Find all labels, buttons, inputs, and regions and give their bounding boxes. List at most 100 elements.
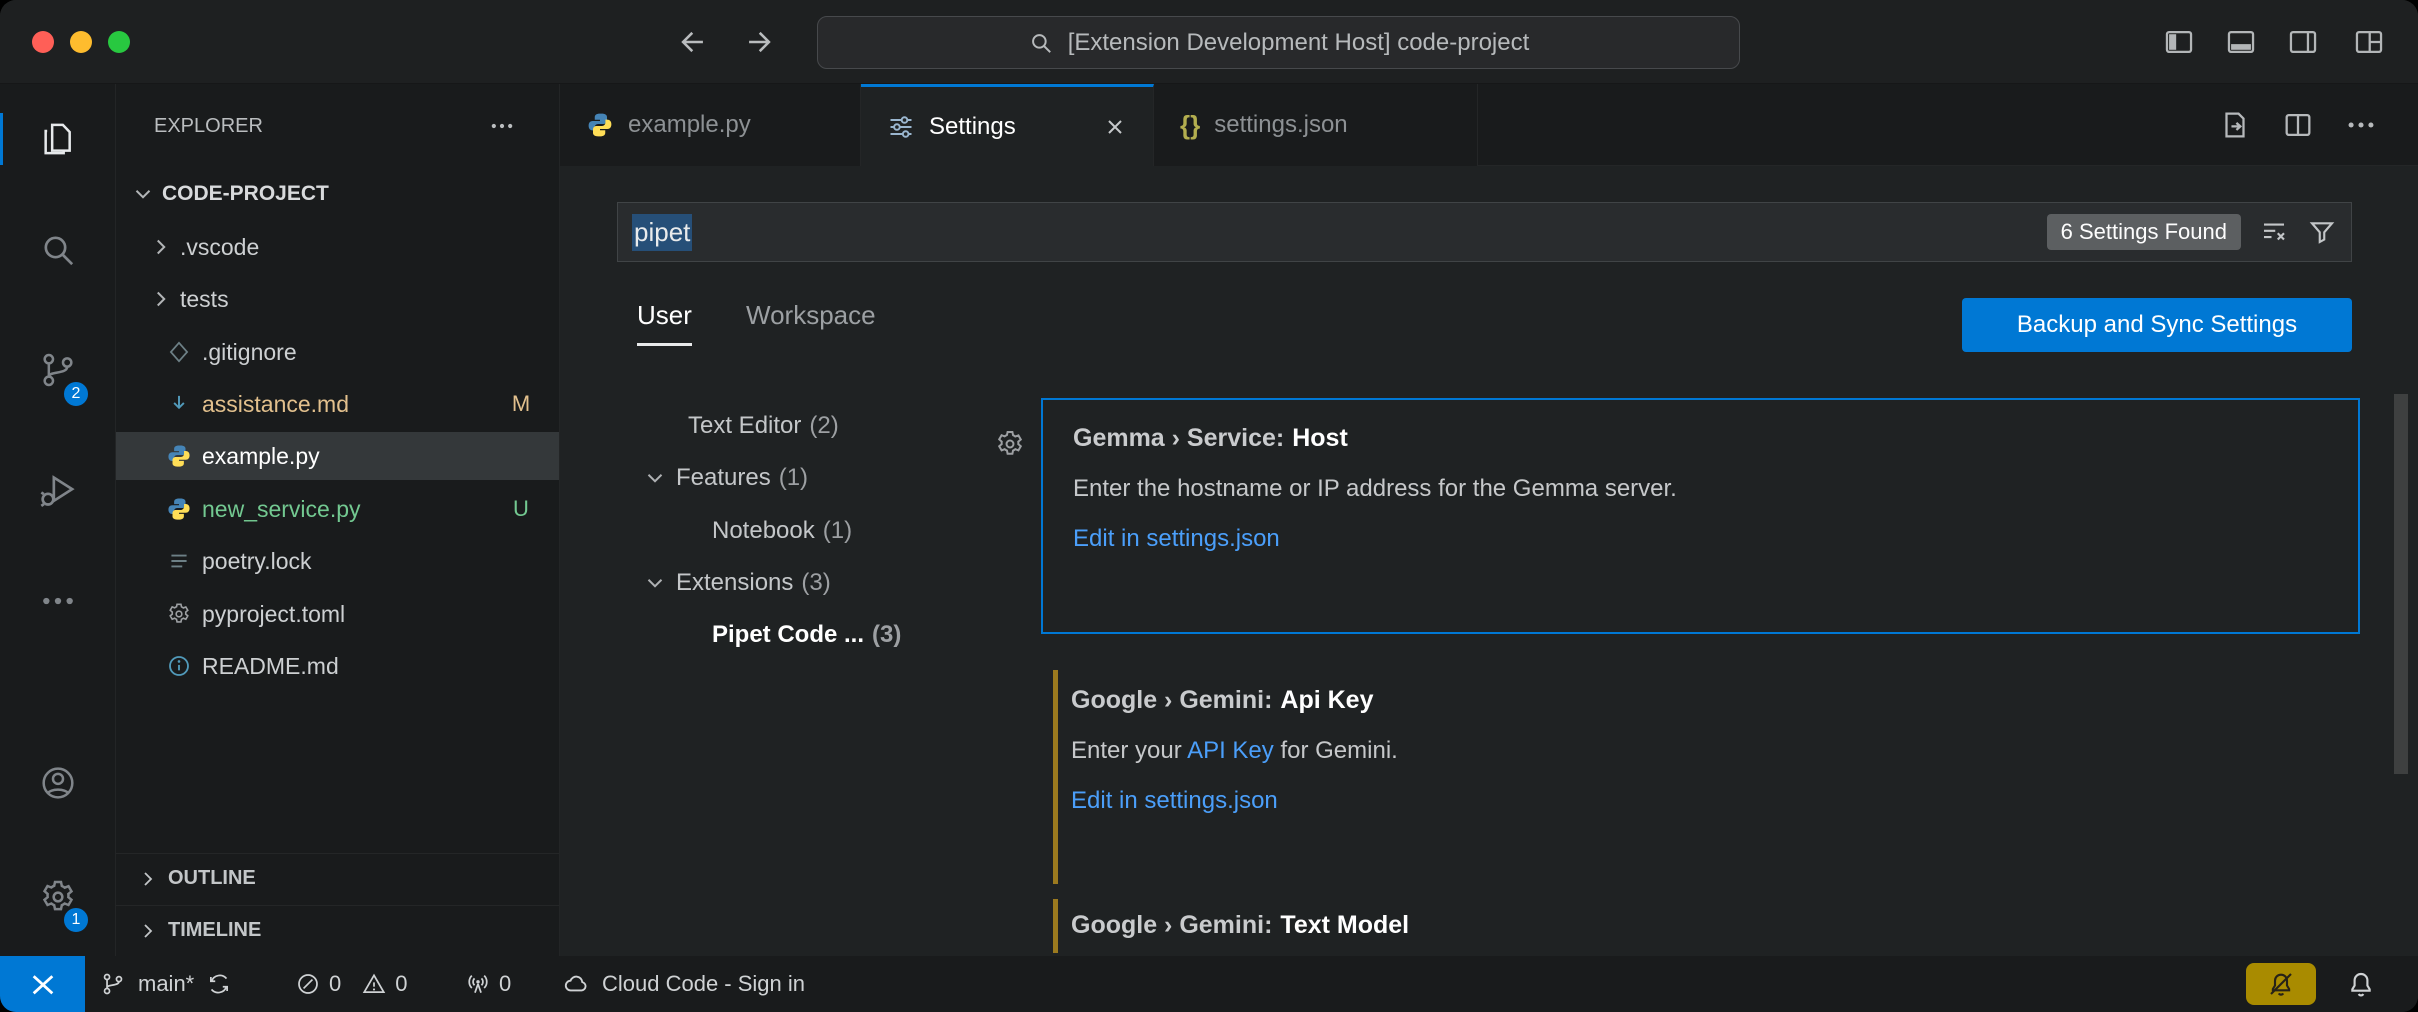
minimize-window-button[interactable] xyxy=(70,31,92,53)
python-file-icon xyxy=(164,443,194,469)
setting-name: Host xyxy=(1292,424,1348,452)
tab-label: settings.json xyxy=(1214,111,1347,139)
command-center-search[interactable]: [Extension Development Host] code-projec… xyxy=(817,16,1740,69)
run-debug-icon[interactable] xyxy=(34,466,82,514)
ports-count: 0 xyxy=(499,971,511,997)
toggle-secondary-sidebar-icon[interactable] xyxy=(2286,25,2320,59)
close-window-button[interactable] xyxy=(32,31,54,53)
tree-item-gitignore[interactable]: .gitignore xyxy=(116,328,560,376)
git-file-icon xyxy=(164,339,194,365)
file-label: pyproject.toml xyxy=(202,601,345,628)
edit-in-settings-json-link[interactable]: Edit in settings.json xyxy=(1073,525,2328,553)
tree-item-example-py[interactable]: example.py xyxy=(116,432,560,480)
api-key-link[interactable]: API Key xyxy=(1187,737,1274,764)
tree-item-pyproject-toml[interactable]: pyproject.toml xyxy=(116,590,560,638)
tree-item-vscode[interactable]: .vscode xyxy=(116,223,560,271)
tree-item-poetry-lock[interactable]: poetry.lock xyxy=(116,537,560,585)
chevron-right-icon xyxy=(148,286,174,312)
remote-indicator[interactable] xyxy=(0,956,85,1012)
setting-title: Google › Gemini:Text Model xyxy=(1071,911,2330,940)
settings-sliders-icon xyxy=(887,113,915,141)
tree-item-new-service-py[interactable]: new_service.py U xyxy=(116,485,560,533)
edit-in-settings-json-link[interactable]: Edit in settings.json xyxy=(1071,787,2330,815)
scrollbar-thumb[interactable] xyxy=(2394,394,2408,774)
cloud-code-status-item[interactable]: Cloud Code - Sign in xyxy=(562,956,805,1012)
chevron-right-icon xyxy=(136,867,160,891)
backup-sync-settings-button[interactable]: Backup and Sync Settings xyxy=(1962,298,2352,352)
sync-icon[interactable] xyxy=(206,971,232,997)
timeline-label: TIMELINE xyxy=(168,919,261,942)
toc-item-notebook[interactable]: Notebook (1) xyxy=(560,505,940,557)
clear-search-icon[interactable] xyxy=(2259,217,2289,247)
tab-settings[interactable]: Settings xyxy=(861,84,1154,166)
forward-icon[interactable] xyxy=(742,25,776,59)
modified-indicator xyxy=(1053,899,1058,953)
split-editor-icon[interactable] xyxy=(2281,108,2315,142)
customize-layout-icon[interactable] xyxy=(2352,25,2386,59)
branch-status-item[interactable]: main* xyxy=(100,956,232,1012)
back-icon[interactable] xyxy=(676,25,710,59)
problems-status-item[interactable]: 0 0 xyxy=(295,956,408,1012)
setting-row-gemma-service-host[interactable]: Gemma › Service:Host Enter the hostname … xyxy=(1041,398,2360,634)
scm-badge: 2 xyxy=(62,380,90,408)
branch-label: main* xyxy=(138,971,194,997)
setting-row-gemini-api-key[interactable]: Google › Gemini:Api Key Enter your API K… xyxy=(1041,662,2360,892)
more-views-icon[interactable] xyxy=(34,577,82,625)
toggle-panel-icon[interactable] xyxy=(2224,25,2258,59)
toc-item-extensions[interactable]: Extensions (3) xyxy=(560,557,940,609)
explorer-icon[interactable] xyxy=(34,115,82,163)
tab-scope-workspace[interactable]: Workspace xyxy=(746,300,876,331)
settings-search-input[interactable]: pipet 6 Settings Found xyxy=(617,202,2352,262)
errors-count: 0 xyxy=(329,971,341,997)
editor-tab-bar: example.py Settings {} settings.json xyxy=(560,84,2418,166)
setting-title: Gemma › Service:Host xyxy=(1073,424,2328,453)
outline-section-header[interactable]: OUTLINE xyxy=(116,853,560,903)
close-tab-icon[interactable] xyxy=(1103,115,1127,139)
git-status-badge: M xyxy=(504,391,538,417)
results-count-badge: 6 Settings Found xyxy=(2047,214,2241,250)
toggle-primary-sidebar-icon[interactable] xyxy=(2162,25,2196,59)
tab-example-py[interactable]: example.py xyxy=(560,84,861,166)
chevron-right-icon xyxy=(136,919,160,943)
folder-label: .vscode xyxy=(180,234,259,261)
tree-item-tests[interactable]: tests xyxy=(116,275,560,323)
tree-item-assistance-md[interactable]: assistance.md M xyxy=(116,380,560,428)
setting-category: Google › Gemini: xyxy=(1071,686,1272,714)
tab-scope-user[interactable]: User xyxy=(637,300,692,346)
toc-count: (1) xyxy=(823,517,852,545)
more-actions-icon[interactable] xyxy=(2344,108,2378,142)
errors-icon xyxy=(295,971,321,997)
tree-item-readme-md[interactable]: README.md xyxy=(116,642,560,690)
setting-title: Google › Gemini:Api Key xyxy=(1071,686,2330,715)
file-label: .gitignore xyxy=(202,339,297,366)
settings-editor: pipet 6 Settings Found User Workspace Ba… xyxy=(560,166,2418,956)
explorer-more-actions-icon[interactable] xyxy=(488,112,516,140)
active-view-indicator xyxy=(0,113,3,165)
radio-tower-icon xyxy=(465,971,491,997)
lock-file-icon xyxy=(164,548,194,574)
accounts-icon[interactable] xyxy=(34,759,82,807)
manage-badge: 1 xyxy=(62,906,90,934)
file-label: example.py xyxy=(202,443,320,470)
ports-status-item[interactable]: 0 xyxy=(465,956,511,1012)
title-bar: [Extension Development Host] code-projec… xyxy=(0,0,2418,84)
timeline-section-header[interactable]: TIMELINE xyxy=(116,905,560,955)
search-view-icon[interactable] xyxy=(34,226,82,274)
file-label: new_service.py xyxy=(202,496,361,523)
cloud-icon xyxy=(562,970,590,998)
do-not-disturb-icon[interactable] xyxy=(2246,963,2316,1005)
open-settings-json-icon[interactable] xyxy=(2218,108,2252,142)
tab-settings-json[interactable]: {} settings.json xyxy=(1154,84,1478,166)
toc-item-features[interactable]: Features (1) xyxy=(560,452,940,504)
toc-item-pipet-code[interactable]: Pipet Code ... (3) xyxy=(560,609,940,661)
markdown-file-icon xyxy=(164,391,194,417)
filter-icon[interactable] xyxy=(2307,217,2337,247)
maximize-window-button[interactable] xyxy=(108,31,130,53)
setting-gear-icon[interactable] xyxy=(994,428,1026,460)
setting-row-gemini-text-model[interactable]: Google › Gemini:Text Model xyxy=(1041,891,2360,956)
cloud-code-label: Cloud Code - Sign in xyxy=(602,971,805,997)
git-status-badge: U xyxy=(504,496,538,522)
toc-item-text-editor[interactable]: Text Editor (2) xyxy=(560,400,940,452)
notifications-bell-icon[interactable] xyxy=(2345,968,2377,1000)
tree-root-code-project[interactable]: CODE-PROJECT xyxy=(116,170,560,218)
